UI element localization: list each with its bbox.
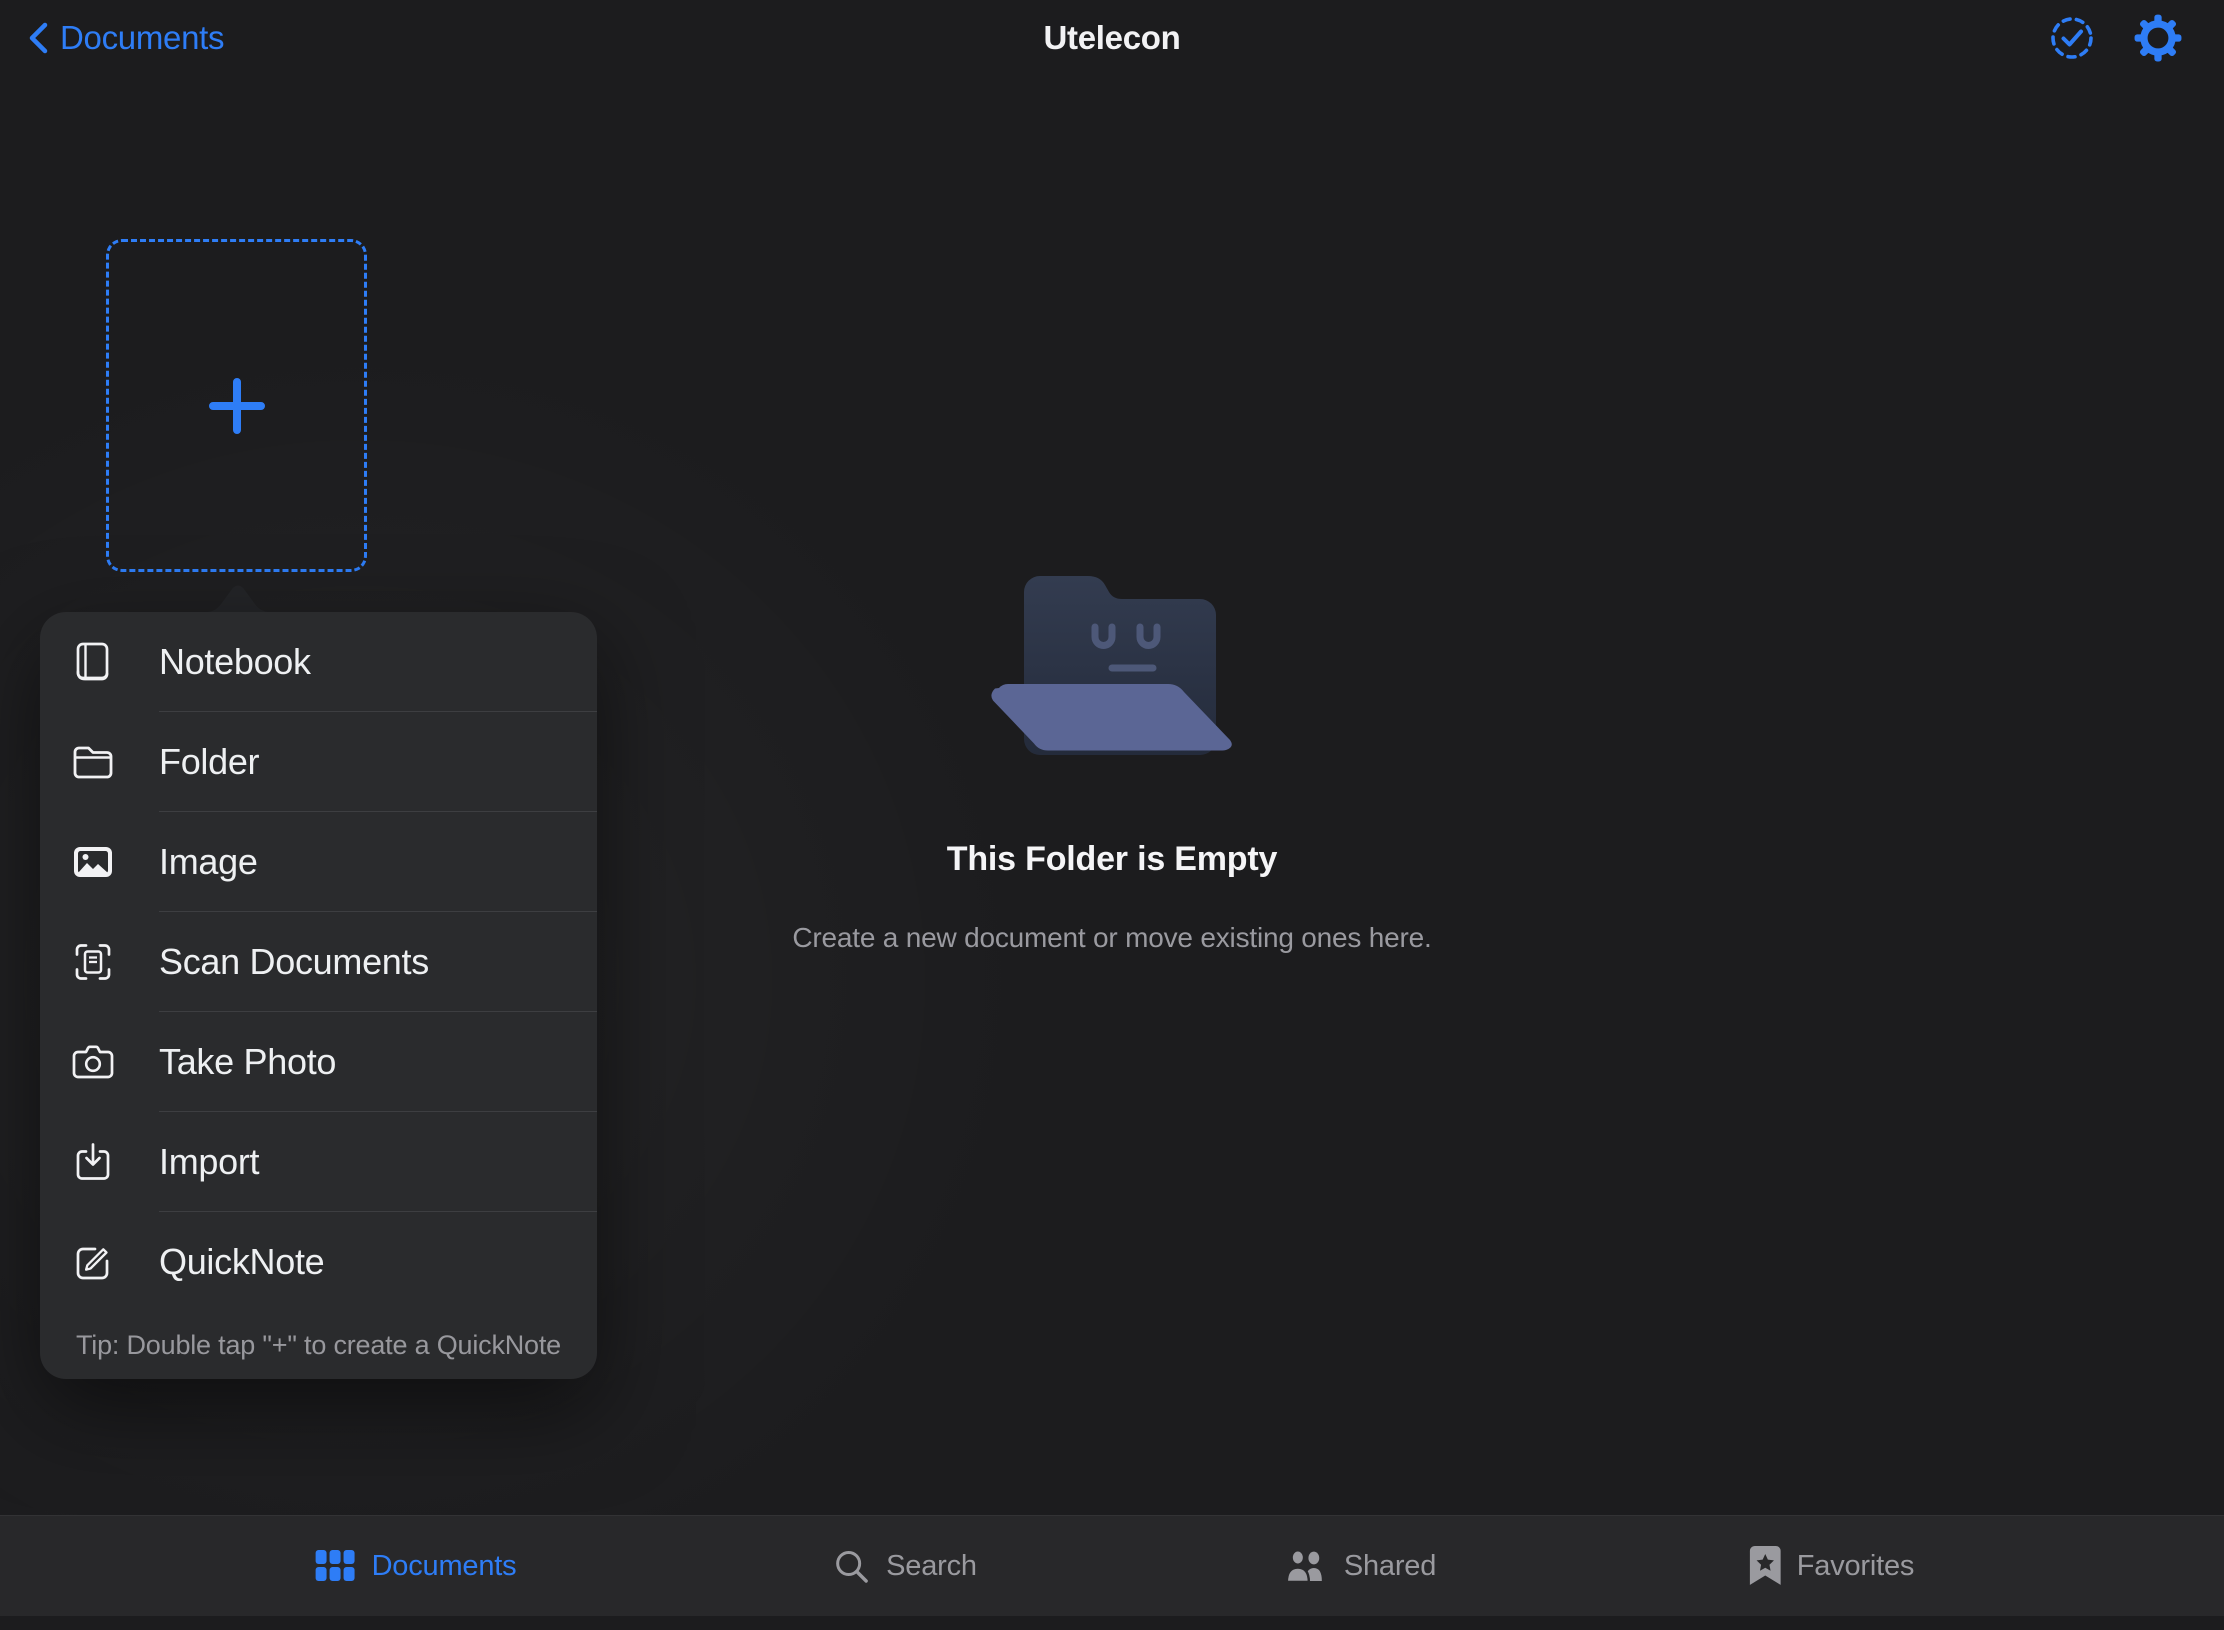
menu-item-folder[interactable]: Folder — [40, 712, 597, 811]
plus-icon — [206, 375, 268, 437]
navigation-bar: Documents Utelecon — [0, 0, 2224, 76]
image-icon — [70, 844, 116, 880]
new-document-menu: Notebook Folder Image — [40, 612, 597, 1379]
tab-label: Search — [886, 1550, 977, 1583]
select-button[interactable] — [2046, 12, 2098, 64]
menu-item-label: QuickNote — [159, 1241, 324, 1283]
quicknote-icon — [70, 1242, 116, 1282]
popover-arrow — [206, 583, 270, 612]
tab-label: Documents — [372, 1550, 517, 1583]
menu-item-notebook[interactable]: Notebook — [40, 612, 597, 711]
import-icon — [70, 1142, 116, 1182]
tab-label: Favorites — [1797, 1550, 1914, 1583]
menu-item-label: Notebook — [159, 641, 311, 683]
folder-icon — [70, 743, 116, 781]
page-title: Utelecon — [0, 0, 2224, 76]
menu-item-import[interactable]: Import — [40, 1112, 597, 1211]
tab-favorites[interactable]: Favorites — [1750, 1516, 1914, 1616]
search-icon — [833, 1548, 870, 1585]
favorites-bookmark-icon — [1750, 1546, 1781, 1586]
menu-tip-text: Tip: Double tap "+" to create a QuickNot… — [40, 1311, 597, 1379]
settings-gear-icon — [2133, 13, 2183, 63]
menu-item-label: Folder — [159, 741, 259, 783]
new-document-button[interactable] — [106, 239, 367, 572]
menu-item-label: Take Photo — [159, 1041, 336, 1083]
menu-item-scan-documents[interactable]: Scan Documents — [40, 912, 597, 1011]
empty-folder-illustration — [982, 570, 1242, 755]
menu-item-label: Scan Documents — [159, 941, 429, 983]
menu-item-image[interactable]: Image — [40, 812, 597, 911]
take-photo-icon — [70, 1044, 116, 1080]
tab-shared[interactable]: Shared — [1284, 1516, 1436, 1616]
tab-label: Shared — [1344, 1550, 1436, 1583]
settings-button[interactable] — [2132, 12, 2184, 64]
select-checkmark-icon — [2048, 14, 2096, 62]
menu-item-label: Image — [159, 841, 258, 883]
tab-search[interactable]: Search — [833, 1516, 977, 1616]
shared-people-icon — [1284, 1548, 1328, 1584]
menu-item-label: Import — [159, 1141, 259, 1183]
navbar-actions — [2046, 0, 2184, 76]
documents-grid-icon — [316, 1550, 356, 1582]
notebook-icon — [70, 641, 116, 683]
tab-documents[interactable]: Documents — [316, 1516, 517, 1616]
scan-documents-icon — [70, 942, 116, 982]
tab-bar: Documents Search Shared — [0, 1515, 2224, 1616]
menu-item-take-photo[interactable]: Take Photo — [40, 1012, 597, 1111]
menu-item-quicknote[interactable]: QuickNote — [40, 1212, 597, 1311]
